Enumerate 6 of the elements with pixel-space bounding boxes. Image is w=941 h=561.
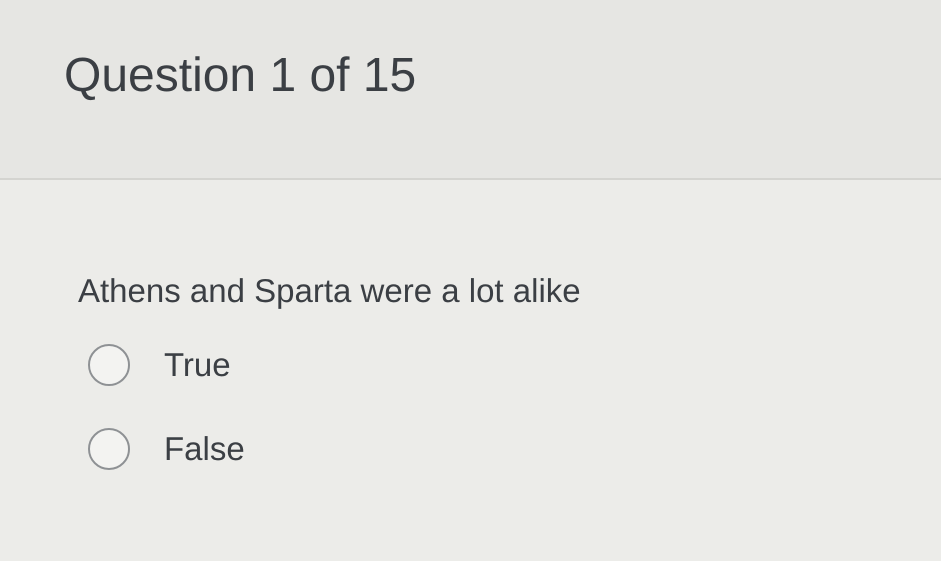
question-title: Question 1 of 15 (64, 48, 418, 103)
option-label[interactable]: False (164, 430, 245, 468)
radio-button[interactable] (88, 428, 130, 470)
question-text: Athens and Sparta were a lot alike (78, 272, 582, 310)
radio-button[interactable] (88, 344, 130, 386)
option-label[interactable]: True (164, 346, 231, 384)
